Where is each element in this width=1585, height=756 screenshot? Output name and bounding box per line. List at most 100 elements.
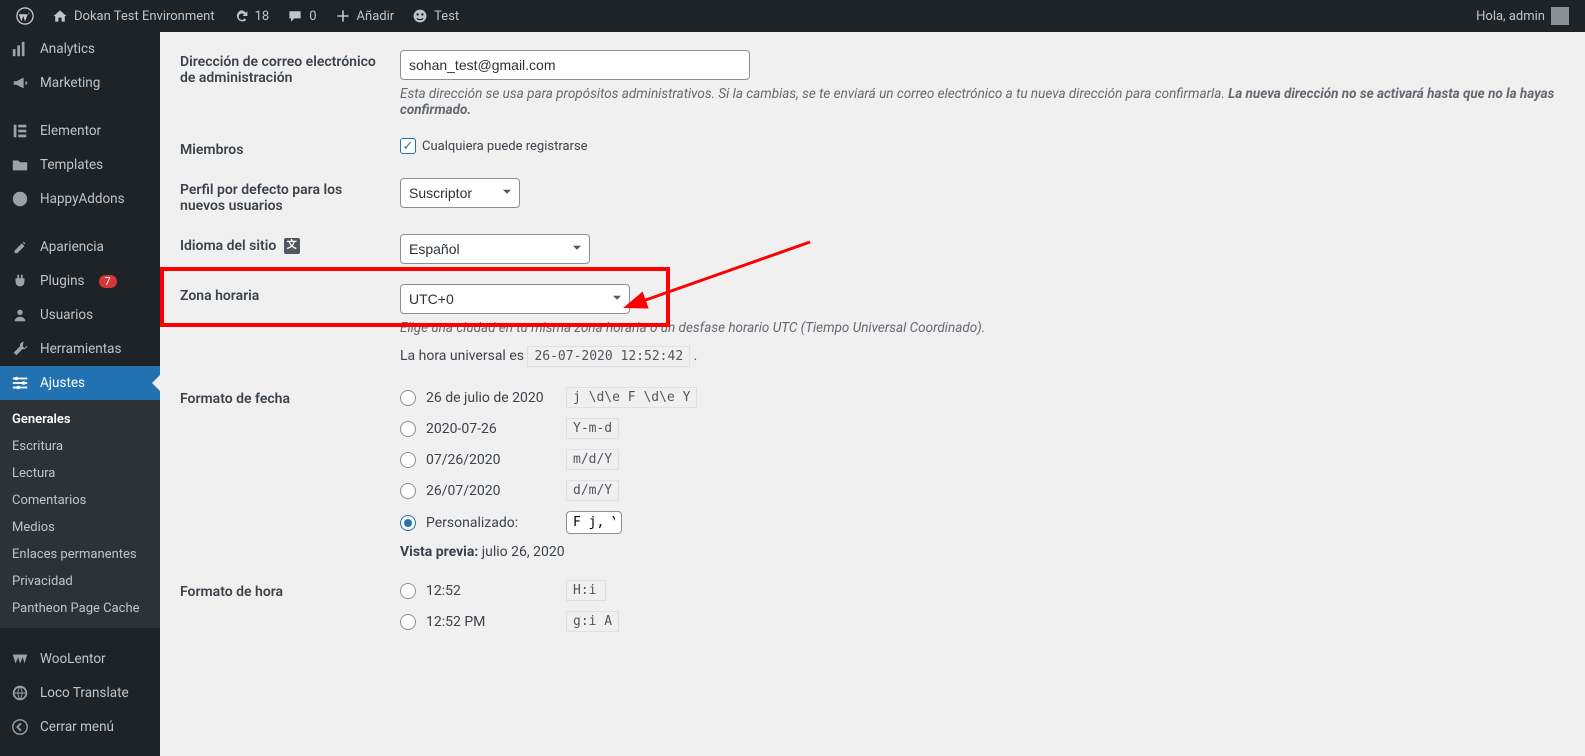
submenu-escritura[interactable]: Escritura — [0, 433, 160, 460]
sidebar-item-label: Ajustes — [40, 375, 85, 391]
sidebar-item-label: Loco Translate — [40, 685, 129, 701]
row-date-format: Formato de fecha 26 de julio de 2020 j \… — [180, 387, 1565, 560]
submenu-privacidad[interactable]: Privacidad — [0, 568, 160, 595]
time-option-0[interactable]: 12:52 H:i — [400, 580, 1565, 601]
anyone-can-register-label: Cualquiera puede registrarse — [422, 139, 588, 154]
sliders-icon — [10, 374, 30, 392]
sidebar-item-label: Cerrar menú — [40, 719, 114, 735]
sidebar-item-analytics[interactable]: Analytics — [0, 32, 160, 66]
sidebar-item-usuarios[interactable]: Usuarios — [0, 298, 160, 332]
sidebar-item-label: Apariencia — [40, 239, 104, 255]
date-code: j \d\e F \d\e Y — [566, 387, 697, 408]
submenu-medios[interactable]: Medios — [0, 514, 160, 541]
date-preview: Vista previa: julio 26, 2020 — [400, 544, 1565, 560]
add-new-link[interactable]: Añadir — [327, 0, 403, 32]
radio-icon — [400, 614, 416, 630]
sidebar-item-woolentor[interactable]: WooLentor — [0, 642, 160, 676]
date-option-custom[interactable]: Personalizado: — [400, 511, 1565, 534]
greeting: Hola, admin — [1476, 9, 1545, 24]
time-display: 12:52 — [426, 583, 556, 599]
sidebar-item-plugins[interactable]: Plugins 7 — [0, 264, 160, 298]
sidebar-item-herramientas[interactable]: Herramientas — [0, 332, 160, 366]
anyone-can-register[interactable]: ✓ Cualquiera puede registrarse — [400, 138, 1565, 154]
timezone-select[interactable] — [400, 284, 630, 314]
site-language-select[interactable] — [400, 234, 590, 264]
sidebar-item-ajustes[interactable]: Ajustes — [0, 366, 160, 400]
date-custom-input[interactable] — [566, 511, 622, 534]
updates-link[interactable]: 18 — [225, 0, 278, 32]
sidebar-item-templates[interactable]: Templates — [0, 148, 160, 182]
translate-icon: 文 — [284, 238, 300, 254]
submenu-enlaces[interactable]: Enlaces permanentes — [0, 541, 160, 568]
wp-logo-menu[interactable] — [8, 0, 42, 32]
date-display: 2020-07-26 — [426, 421, 556, 437]
updates-icon — [233, 8, 249, 24]
sidebar-item-happyaddons[interactable]: HappyAddons — [0, 182, 160, 216]
plug-icon — [10, 272, 30, 290]
comments-icon — [287, 8, 303, 24]
sidebar-item-label: Herramientas — [40, 341, 121, 357]
megaphone-icon — [10, 74, 30, 92]
date-display: 26 de julio de 2020 — [426, 390, 556, 406]
happy-icon — [10, 190, 30, 208]
sidebar-item-loco[interactable]: Loco Translate — [0, 676, 160, 710]
main-content: Dirección de correo electrónico de admin… — [160, 32, 1585, 756]
date-format-label: Formato de fecha — [180, 387, 400, 560]
plus-icon — [335, 8, 351, 24]
sidebar-item-label: HappyAddons — [40, 191, 125, 207]
members-label: Miembros — [180, 138, 400, 158]
time-format-label: Formato de hora — [180, 580, 400, 642]
checkbox-icon: ✓ — [400, 138, 416, 154]
default-role-select[interactable] — [400, 178, 520, 208]
row-default-role: Perfil por defecto para los nuevos usuar… — [180, 178, 1565, 214]
folder-icon — [10, 156, 30, 174]
universal-time: La hora universal es 26-07-2020 12:52:42… — [400, 346, 1565, 367]
date-option-0[interactable]: 26 de julio de 2020 j \d\e F \d\e Y — [400, 387, 1565, 408]
admin-email-input[interactable] — [400, 50, 750, 80]
account-link[interactable]: Hola, admin — [1468, 0, 1577, 32]
date-code: d/m/Y — [566, 480, 619, 501]
radio-icon — [400, 583, 416, 599]
sidebar-item-apariencia[interactable]: Apariencia — [0, 230, 160, 264]
tools-icon — [10, 340, 30, 358]
dokan-test-link[interactable]: Test — [404, 0, 467, 32]
ajustes-submenu: Generales Escritura Lectura Comentarios … — [0, 400, 160, 628]
sidebar-item-label: Elementor — [40, 123, 101, 139]
submenu-comentarios[interactable]: Comentarios — [0, 487, 160, 514]
timezone-description: Elige una ciudad en tu misma zona horari… — [400, 320, 1565, 336]
time-option-1[interactable]: 12:52 PM g:i A — [400, 611, 1565, 632]
date-option-1[interactable]: 2020-07-26 Y-m-d — [400, 418, 1565, 439]
plugins-badge: 7 — [99, 275, 117, 288]
sidebar-item-label: Usuarios — [40, 307, 93, 323]
date-display: 26/07/2020 — [426, 483, 556, 499]
admin-email-label: Dirección de correo electrónico de admin… — [180, 50, 400, 118]
sidebar-item-label: Marketing — [40, 75, 100, 91]
timezone-label: Zona horaria — [180, 284, 400, 367]
time-code: g:i A — [566, 611, 619, 632]
submenu-generales[interactable]: Generales — [0, 406, 160, 433]
sidebar-collapse[interactable]: Cerrar menú — [0, 710, 160, 744]
sidebar-item-marketing[interactable]: Marketing — [0, 66, 160, 100]
admin-sidebar: Analytics Marketing Elementor Templates … — [0, 32, 160, 756]
date-option-2[interactable]: 07/26/2020 m/d/Y — [400, 449, 1565, 470]
site-language-label: Idioma del sitio 文 — [180, 234, 400, 264]
sidebar-item-elementor[interactable]: Elementor — [0, 114, 160, 148]
sidebar-item-label: Analytics — [40, 41, 95, 57]
site-name-label: Dokan Test Environment — [74, 9, 215, 24]
sidebar-item-label: Templates — [40, 157, 103, 173]
date-option-3[interactable]: 26/07/2020 d/m/Y — [400, 480, 1565, 501]
comments-link[interactable]: 0 — [279, 0, 324, 32]
date-code: m/d/Y — [566, 449, 619, 470]
test-label: Test — [434, 9, 459, 24]
submenu-pantheon[interactable]: Pantheon Page Cache — [0, 595, 160, 622]
avatar-icon — [1551, 7, 1569, 25]
site-name-link[interactable]: Dokan Test Environment — [44, 0, 223, 32]
dokan-icon — [412, 8, 428, 24]
row-timezone: Zona horaria Elige una ciudad en tu mism… — [180, 284, 1565, 367]
row-time-format: Formato de hora 12:52 H:i 12:52 PM g:i A — [180, 580, 1565, 642]
row-site-language: Idioma del sitio 文 — [180, 234, 1565, 264]
time-code: H:i — [566, 580, 606, 601]
radio-icon — [400, 515, 416, 531]
users-icon — [10, 306, 30, 324]
submenu-lectura[interactable]: Lectura — [0, 460, 160, 487]
